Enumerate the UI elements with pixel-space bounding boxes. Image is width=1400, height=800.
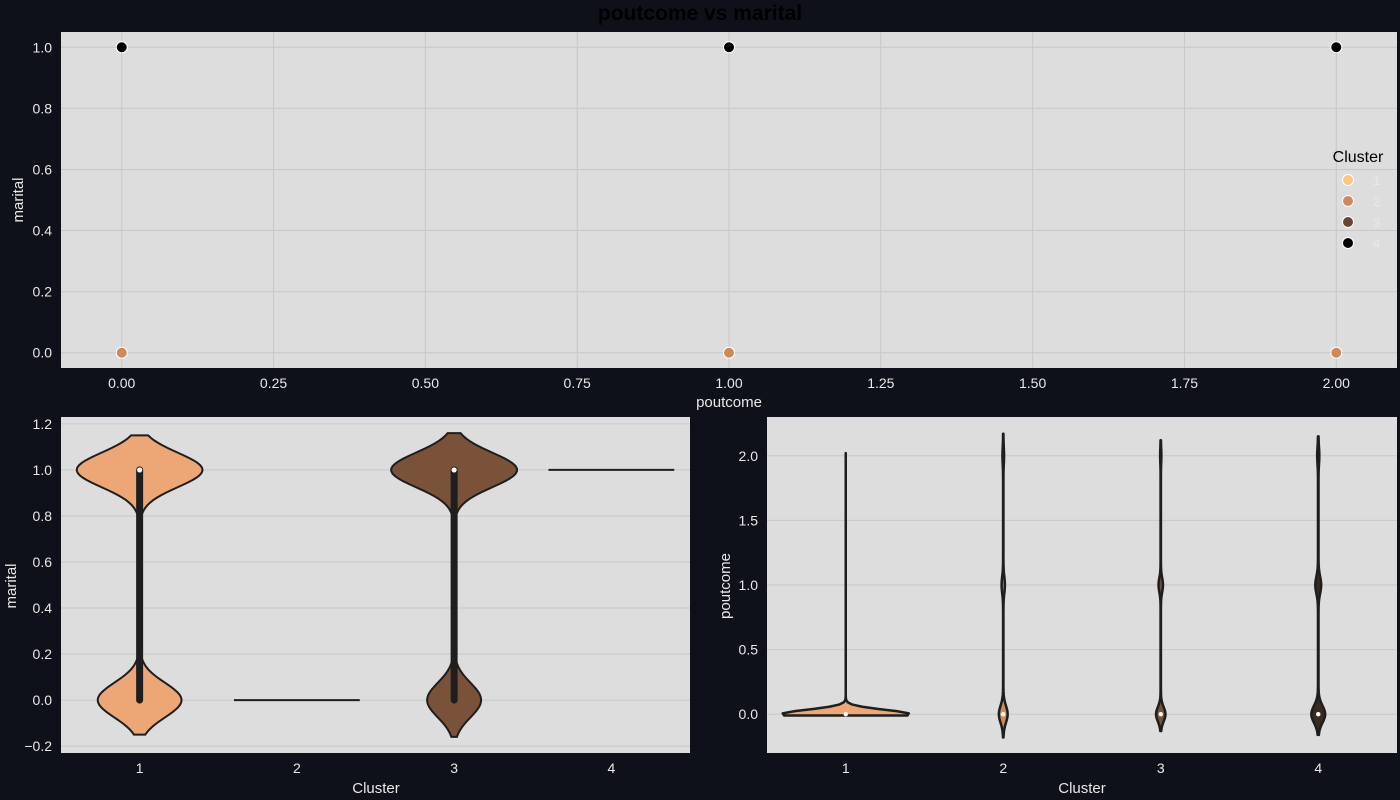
y-tick-label: 1.5: [739, 512, 759, 528]
legend-title: Cluster: [1333, 149, 1384, 166]
legend-label-2: 2: [1373, 194, 1380, 209]
legend-label-4: 4: [1373, 236, 1380, 251]
y-tick-label: 0.0: [33, 692, 53, 708]
figure: poutcome vs marital 0.00 0.25 0.50 0.75 1.00…: [3, 2, 1397, 797]
y-tick-label: 1.0: [33, 39, 53, 55]
poutcome-violin-x-ticks: 1 2 3 4: [842, 760, 1323, 776]
violin-3-median: [1158, 712, 1163, 717]
poutcome-violin-chart: 1 2 3 4 0.0 0.5 1.0 1.5 2.0 Cluster poutcome: [717, 417, 1397, 797]
x-tick-label: 1: [842, 760, 850, 776]
violin-2-median: [1001, 712, 1006, 717]
cluster-4-point: [115, 41, 128, 54]
marital-violin-chart: 1 2 3 4 −0.2 0.0 0.2 0.4 0.6 0.8 1.0 1.2 Cluster m…: [3, 416, 690, 797]
legend-marker-1: [1342, 174, 1354, 186]
y-tick-label: 0.2: [33, 646, 53, 662]
y-tick-label: 0.0: [739, 706, 759, 722]
x-tick-label: 0.75: [564, 375, 591, 391]
y-tick-label: 1.0: [33, 462, 53, 478]
marital-violin-x-axis-label: Cluster: [352, 780, 400, 797]
x-tick-label: 0.00: [108, 375, 135, 391]
cluster-2-point: [723, 346, 735, 359]
cluster-2-point: [115, 346, 128, 359]
cluster-4-point: [723, 41, 735, 54]
x-tick-label: 2: [999, 760, 1007, 776]
y-tick-label: 0.4: [33, 223, 53, 239]
figure-title: poutcome vs marital: [598, 2, 802, 25]
y-tick-label: 0.6: [33, 554, 53, 570]
marital-violin-y-ticks: −0.2 0.0 0.2 0.4 0.6 0.8 1.0 1.2: [24, 416, 52, 754]
y-tick-label: 0.4: [33, 600, 53, 616]
poutcome-violin-y-ticks: 0.0 0.5 1.0 1.5 2.0: [739, 448, 759, 722]
y-tick-label: 0.8: [33, 100, 53, 116]
x-tick-label: 4: [1314, 760, 1322, 776]
y-tick-label: 0.8: [33, 508, 53, 524]
y-tick-label: −0.2: [24, 738, 52, 754]
violin-1-median: [843, 712, 848, 717]
legend-marker-4: [1342, 237, 1354, 249]
y-tick-label: 0.6: [33, 161, 53, 177]
x-tick-label: 0.50: [412, 375, 439, 391]
x-tick-label: 2: [293, 760, 301, 776]
x-tick-label: 1.25: [867, 375, 894, 391]
y-tick-label: 2.0: [739, 448, 759, 464]
x-tick-label: 1.50: [1019, 375, 1046, 391]
y-tick-label: 0.0: [33, 345, 53, 361]
x-tick-label: 3: [450, 760, 458, 776]
cluster-4-point: [1330, 41, 1343, 54]
marital-violin-y-axis-label: marital: [3, 563, 20, 608]
violin-3-median: [451, 467, 457, 473]
legend-marker-2: [1342, 195, 1354, 207]
marital-violin-x-ticks: 1 2 3 4: [136, 760, 616, 776]
x-tick-label: 2.00: [1323, 375, 1350, 391]
legend-label-3: 3: [1373, 215, 1380, 230]
legend-label-1: 1: [1373, 173, 1380, 188]
scatter-y-ticks: 0.0 0.2 0.4 0.6 0.8 1.0: [33, 39, 53, 360]
poutcome-violin-y-axis-label: poutcome: [717, 553, 734, 619]
x-tick-label: 4: [607, 760, 615, 776]
cluster-2-point: [1330, 346, 1343, 359]
y-tick-label: 0.5: [739, 642, 759, 658]
y-tick-label: 0.2: [33, 284, 53, 300]
x-tick-label: 0.25: [260, 375, 287, 391]
x-tick-label: 3: [1157, 760, 1165, 776]
x-tick-label: 1: [136, 760, 144, 776]
x-tick-label: 1.00: [715, 375, 742, 391]
violin-4-median: [1316, 712, 1321, 717]
scatter-y-axis-label: marital: [10, 177, 27, 222]
y-tick-label: 1.2: [33, 416, 53, 432]
scatter-x-ticks: 0.00 0.25 0.50 0.75 1.00 1.25 1.50 1.75 2.00: [108, 375, 1350, 391]
x-tick-label: 1.75: [1171, 375, 1198, 391]
scatter-x-axis-label: poutcome: [696, 394, 762, 411]
legend-marker-3: [1342, 216, 1354, 228]
poutcome-violin-x-axis-label: Cluster: [1058, 780, 1106, 797]
scatter-chart: 0.00 0.25 0.50 0.75 1.00 1.25 1.50 1.75 2.00 0.0…: [10, 32, 1397, 411]
y-tick-label: 1.0: [739, 577, 759, 593]
violin-1-median: [137, 467, 143, 473]
